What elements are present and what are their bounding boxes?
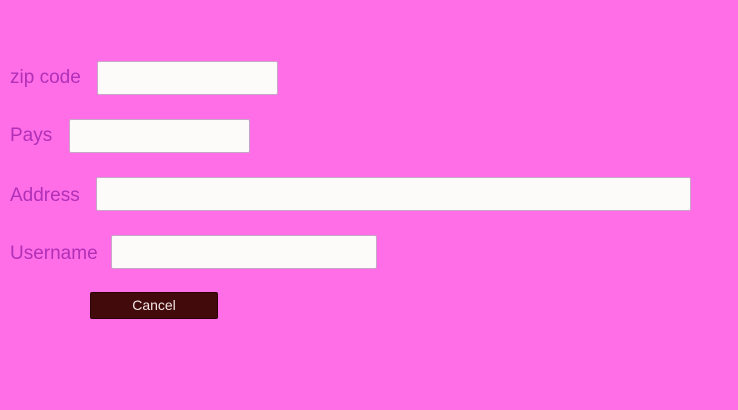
cancel-button[interactable]: Cancel <box>90 292 218 319</box>
username-label: Username <box>10 243 98 264</box>
username-input[interactable] <box>111 235 377 269</box>
zip-code-input[interactable] <box>97 61 278 95</box>
pays-input[interactable] <box>69 119 250 153</box>
address-input[interactable] <box>96 177 691 211</box>
pays-label: Pays <box>10 125 53 146</box>
address-label: Address <box>10 185 80 206</box>
zip-code-label: zip code <box>10 67 81 88</box>
